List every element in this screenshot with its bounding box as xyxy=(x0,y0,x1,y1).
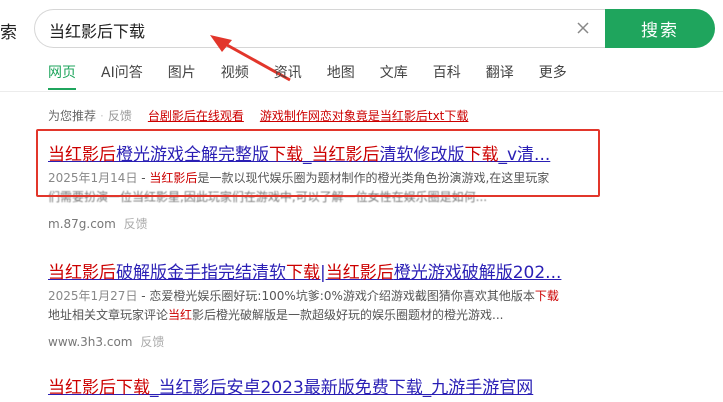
annotation-highlight-box xyxy=(36,129,600,197)
result-source: www.3h3.com 反馈 xyxy=(48,333,608,350)
result-desc-line2: 地址相关文章玩家评论 xyxy=(48,308,169,322)
tab-0[interactable]: 网页 xyxy=(48,62,76,90)
result-description: 2025年1月27日 - 恋爱橙光娱乐圈好玩:100%坑爹:0%游戏介绍游戏截图… xyxy=(48,289,559,322)
result-title-part: 下载 xyxy=(286,263,320,283)
result-feedback[interactable]: 反馈 xyxy=(124,217,148,231)
recommend-link-1[interactable]: 台剧影后在线观看 xyxy=(148,107,244,124)
tab-4[interactable]: 资讯 xyxy=(274,62,302,82)
result-desc-line2-post: 影后橙光破解版是一款超级好玩的娱乐圈题材的橙光游戏... xyxy=(192,308,504,322)
result-feedback[interactable]: 反馈 xyxy=(140,335,164,349)
tab-2[interactable]: 图片 xyxy=(168,62,196,82)
recommend-bar: 为您推荐 · 反馈 台剧影后在线观看 游戏制作网恋对象竟是当红影后txt下载 xyxy=(48,107,469,124)
tab-9[interactable]: 更多 xyxy=(539,62,567,82)
search-result-3: 当红影后下载_当红影后安卓2023最新版免费下载_九游手游官网 xyxy=(48,373,533,398)
result-source: m.87g.com 反馈 xyxy=(48,215,608,232)
result-keyword: 下载 xyxy=(534,289,559,303)
tab-5[interactable]: 地图 xyxy=(327,62,355,82)
tab-3[interactable]: 视频 xyxy=(221,62,249,82)
recommend-label: 为您推荐 xyxy=(48,109,97,123)
tab-6[interactable]: 文库 xyxy=(380,62,408,82)
tab-8[interactable]: 翻译 xyxy=(486,62,514,82)
result-source-url: www.3h3.com xyxy=(48,335,133,349)
result-date: 2025年1月27日 xyxy=(48,289,138,303)
recommend-link-2[interactable]: 游戏制作网恋对象竟是当红影后txt下载 xyxy=(260,107,469,124)
result-title-part: 橙光游戏破解版202... xyxy=(393,263,562,283)
tab-divider xyxy=(0,91,723,92)
result-title-part: 当红影后 xyxy=(48,263,116,283)
result-keyword: 当红 xyxy=(168,308,193,322)
result-title[interactable]: 当红影后破解版金手指完结清软下载|当红影后橙光游戏破解版202... xyxy=(48,258,608,283)
result-title[interactable]: 当红影后下载_当红影后安卓2023最新版免费下载_九游手游官网 xyxy=(48,373,533,398)
result-title-part: _当红影后安卓2023最新版免费下载_九游手游官网 xyxy=(150,378,534,398)
result-title-part: 破解版金手指完结清软 xyxy=(116,263,286,283)
result-source-url: m.87g.com xyxy=(48,217,116,231)
result-title-part: 当红影后 xyxy=(325,263,394,283)
result-desc-line1: 恋爱橙光娱乐圈好玩:100%坑爹:0%游戏介绍游戏截图猜你喜欢其他版本 xyxy=(149,289,535,303)
tab-1[interactable]: AI问答 xyxy=(101,62,143,82)
tab-7[interactable]: 百科 xyxy=(433,62,461,82)
tab-bar: 网页 AI问答 图片 视频 资讯 地图 文库 百科 翻译 更多 xyxy=(48,62,592,90)
recommend-feedback[interactable]: 反馈 xyxy=(108,107,132,124)
search-result-2: 当红影后破解版金手指完结清软下载|当红影后橙光游戏破解版202... 2025年… xyxy=(48,258,608,350)
result-title-part: 当红影后下载 xyxy=(48,378,150,398)
